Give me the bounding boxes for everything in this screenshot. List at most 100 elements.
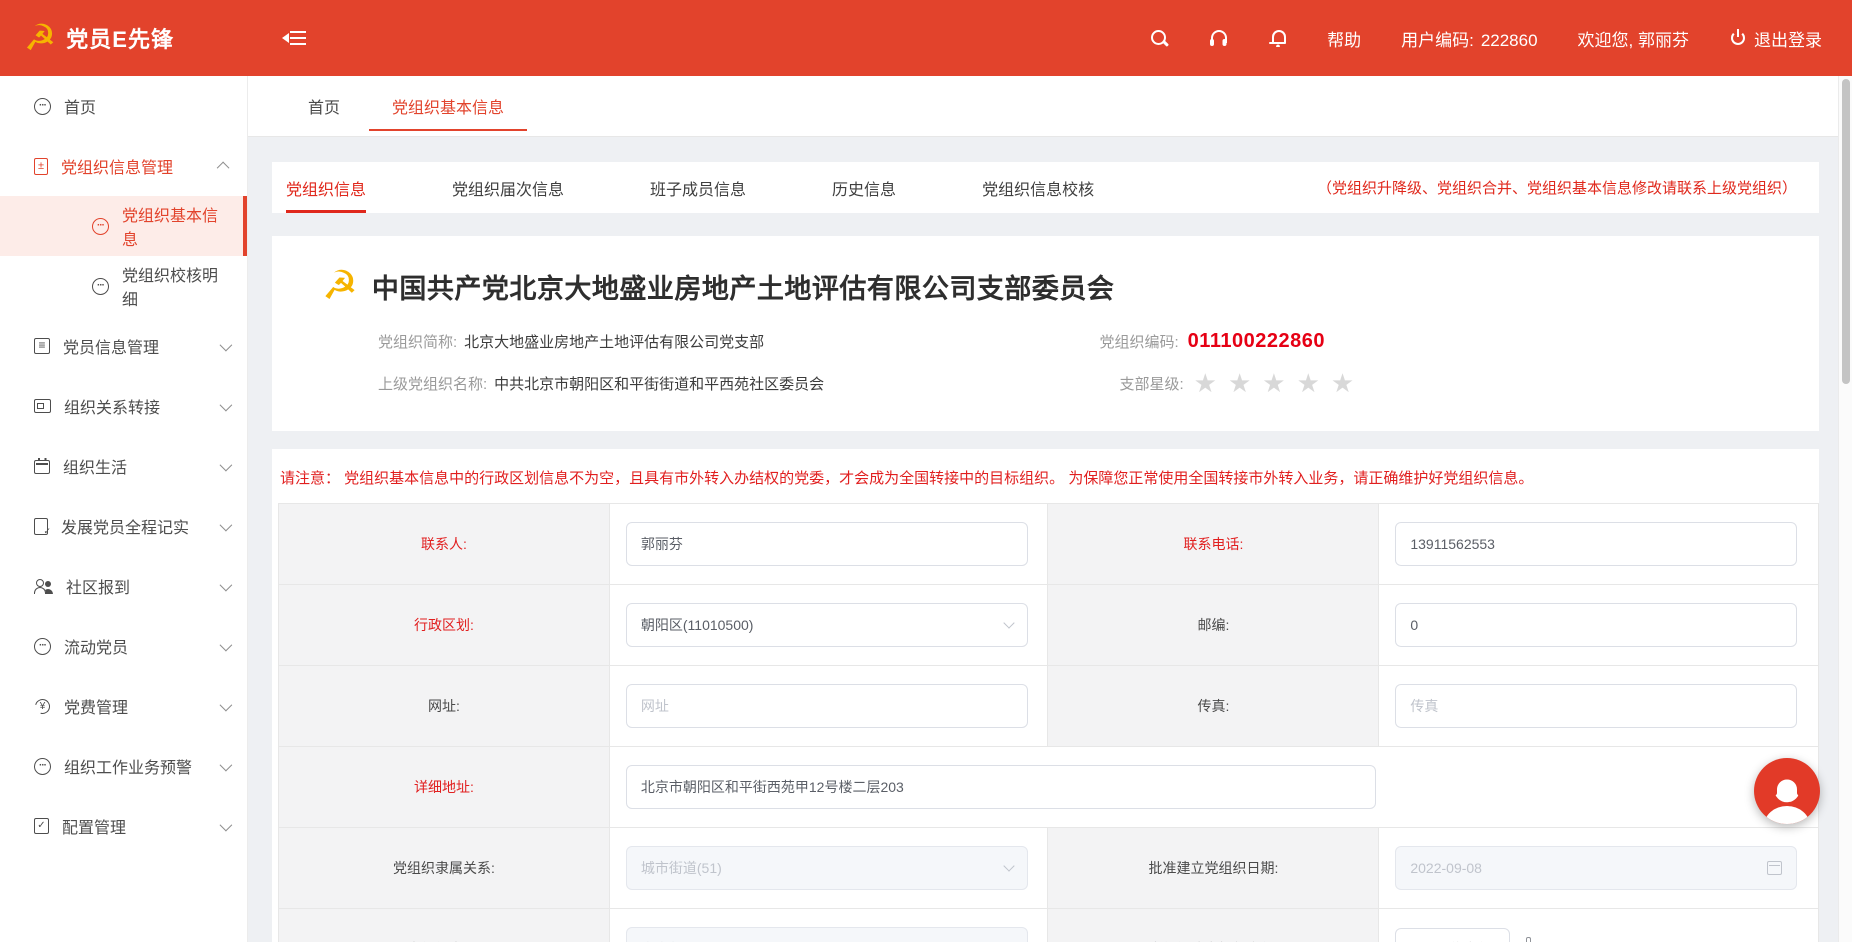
chevron-down-icon (220, 698, 233, 711)
sidebar-item-work-warning[interactable]: 组织工作业务预警 (0, 736, 247, 796)
sidebar-item-mobile-member[interactable]: 流动党员 (0, 616, 247, 676)
chevron-up-icon (217, 161, 230, 174)
field-label: 党组织建立批复文件: (1048, 909, 1379, 942)
tab-home[interactable]: 首页 (282, 76, 366, 136)
field-text: 网址 (641, 696, 669, 716)
table-row: 网址:网址传真:传真 (279, 666, 1818, 747)
field-label: 邮编: (1048, 585, 1379, 665)
contact-name-input[interactable]: 郭丽芬 (626, 522, 1028, 566)
search-button[interactable] (1150, 29, 1169, 48)
chevron-down-icon (220, 518, 233, 531)
tabbar: 首页党组织基本信息 (248, 76, 1852, 137)
scrollbar-thumb[interactable] (1842, 79, 1850, 384)
sidebar-item-org-life[interactable]: 组织生活 (0, 436, 247, 496)
comment-icon (34, 758, 51, 775)
org-category-select: 党支部(631) (626, 927, 1028, 942)
chevron-down-icon (220, 458, 233, 471)
field-text: 13911562553 (1410, 536, 1495, 552)
subtab-org-info[interactable]: 党组织信息 (286, 162, 366, 213)
sidebar-item-fee-mgmt[interactable]: 党费管理 (0, 676, 247, 736)
field-text: 传真 (1410, 696, 1438, 716)
support-button[interactable] (1209, 29, 1229, 47)
customer-service-button[interactable] (1754, 758, 1820, 824)
sidebar-item-label: 党组织信息管理 (61, 154, 173, 178)
sidebar-item-org-info-mgmt[interactable]: 党组织信息管理 (0, 136, 247, 196)
config-icon (34, 818, 49, 834)
tab-org-basic-info[interactable]: 党组织基本信息 (366, 76, 530, 136)
customer-service-icon (1754, 758, 1820, 824)
subtab-list: 党组织信息 党组织届次信息 班子成员信息 历史信息 党组织信息校核 (286, 162, 1180, 213)
field-label: 网址: (279, 666, 610, 746)
sidebar-item-org-basic-info[interactable]: 党组织基本信息 (0, 196, 247, 256)
sidebar-item-org-relation-transfer[interactable]: 组织关系转接 (0, 376, 247, 436)
sidebar-item-org-check-detail[interactable]: 党组织校核明细 (0, 256, 247, 316)
field-value-cell: 郭丽芬 (610, 504, 1049, 584)
notifications-button[interactable] (1269, 29, 1287, 47)
subtab-history-info[interactable]: 历史信息 (832, 162, 896, 213)
logout-button[interactable]: 退出登录 (1729, 26, 1822, 51)
subtab-bar: 党组织信息 党组织届次信息 班子成员信息 历史信息 党组织信息校核 （党组织升降级、党组… (272, 162, 1819, 213)
address-input[interactable]: 北京市朝阳区和平街西苑甲12号楼二层203 (626, 765, 1376, 809)
subtab-team-member-info[interactable]: 班子成员信息 (650, 162, 746, 213)
contact-phone-input[interactable]: 13911562553 (1395, 522, 1797, 566)
field-label: 党组织隶属关系: (279, 828, 610, 908)
table-row: 联系人:郭丽芬联系电话:13911562553 (279, 504, 1818, 585)
star-icon: ★ (1331, 370, 1354, 396)
field-text: 2022-09-08 (1410, 860, 1767, 876)
field-value-cell: 党支部(631) (610, 909, 1049, 942)
sidebar-item-label: 党组织校核明细 (122, 262, 229, 310)
fax-input[interactable]: 传真 (1395, 684, 1797, 728)
field-label: 详细地址: (279, 747, 610, 827)
brand: ☭ 党员E先锋 (0, 20, 248, 56)
sidebar-item-community-report[interactable]: 社区报到 (0, 556, 247, 616)
table-row: 行政区划:朝阳区(11010500)邮编:0 (279, 585, 1818, 666)
sidebar-item-config-mgmt[interactable]: 配置管理 (0, 796, 247, 856)
comment-icon (92, 278, 109, 295)
help-link[interactable]: 帮助 (1327, 26, 1361, 51)
field-value-cell: 网址 (610, 666, 1049, 746)
app: ☭ 党员E先锋 帮助 用户编码:222860 欢迎您, 郭丽芬 退出登录 首页党… (0, 0, 1852, 942)
org-info-form: 联系人:郭丽芬联系电话:13911562553行政区划:朝阳区(11010500… (278, 503, 1819, 942)
star-icon: ★ (1262, 370, 1285, 396)
sidebar-item-label: 党组织基本信息 (122, 202, 225, 250)
website-input[interactable]: 网址 (626, 684, 1028, 728)
document-plus-icon (34, 158, 48, 175)
user-code: 用户编码:222860 (1401, 26, 1537, 51)
field-value-cell: 0 (1379, 585, 1818, 665)
approval-file-upload[interactable]: 上传文件 (1395, 928, 1510, 942)
parent-org-label: 上级党组织名称: (378, 373, 487, 394)
attached-file[interactable]: 大地盛业批复-1.jpg (1524, 939, 1668, 942)
party-emblem-icon: ☭ (24, 20, 56, 56)
field-text: 朝阳区(11010500) (641, 615, 1005, 635)
org-basic-info-card: 请注意： 党组织基本信息中的行政区划信息不为空，且具有市外转入办结权的党委，才会… (272, 449, 1819, 942)
field-value-cell: 传真 (1379, 666, 1818, 746)
chevron-down-icon (220, 398, 233, 411)
field-value-cell: 北京市朝阳区和平街西苑甲12号楼二层203 (610, 747, 1818, 827)
bell-icon (1269, 29, 1287, 47)
field-value-cell: 城市街道(51) (610, 828, 1049, 908)
comment-icon (92, 218, 109, 235)
chevron-down-icon (220, 338, 233, 351)
subtab-org-term-info[interactable]: 党组织届次信息 (452, 162, 564, 213)
sidebar-item-develop-member-record[interactable]: 发展党员全程记实 (0, 496, 247, 556)
district-select[interactable]: 朝阳区(11010500) (626, 603, 1028, 647)
sidebar-collapse-button[interactable] (282, 29, 306, 47)
subtab-note: （党组织升降级、党组织合并、党组织基本信息修改请联系上级党组织） (1317, 177, 1797, 198)
party-emblem-icon: ☭ (322, 266, 358, 306)
search-icon (1150, 29, 1169, 48)
field-value-cell: 13911562553 (1379, 504, 1818, 584)
org-code: 011100222860 (1188, 330, 1325, 353)
sidebar-item-home[interactable]: 首页 (0, 76, 247, 136)
postcode-input[interactable]: 0 (1395, 603, 1797, 647)
sidebar-item-member-info-mgmt[interactable]: 党员信息管理 (0, 316, 247, 376)
top-actions: 帮助 用户编码:222860 欢迎您, 郭丽芬 退出登录 (1150, 26, 1852, 51)
field-value-cell: 上传文件大地盛业批复-1.jpg (1379, 909, 1818, 942)
sidebar-item-label: 党费管理 (64, 694, 128, 718)
sidebar-item-label: 流动党员 (64, 634, 128, 658)
establish-date-input: 2022-09-08 (1395, 846, 1797, 890)
chevron-down-icon (1003, 617, 1014, 628)
scrollbar[interactable] (1838, 76, 1852, 942)
subtab-org-info-check[interactable]: 党组织信息校核 (982, 162, 1094, 213)
field-text: 郭丽芬 (641, 534, 683, 554)
sidebar-item-label: 发展党员全程记实 (61, 514, 189, 538)
